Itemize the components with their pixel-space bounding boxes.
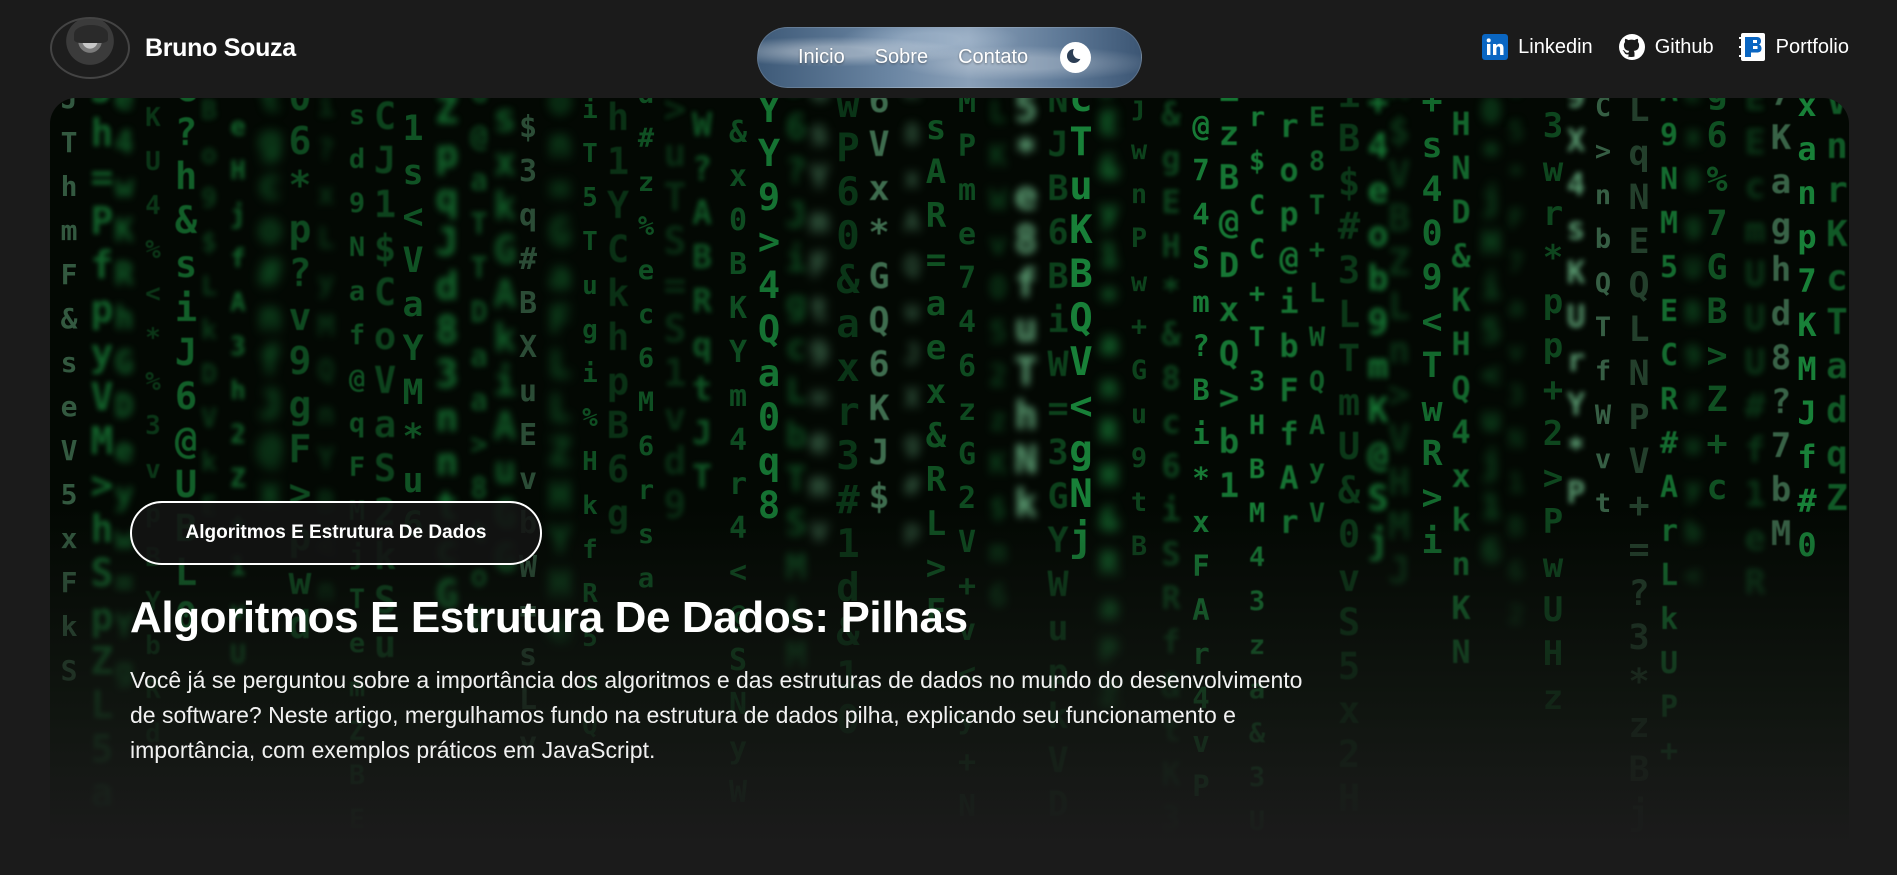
post-description: Você já se perguntou sobre a importância…	[130, 667, 1303, 763]
github-label: Github	[1654, 35, 1714, 58]
site-header: Bruno Souza Inicio Sobre Contato Linkedi…	[0, 0, 1897, 98]
post-title[interactable]: Algoritmos E Estrutura De Dados: Pilhas	[130, 593, 1530, 643]
nav-inicio[interactable]: Inicio	[798, 46, 845, 69]
theme-toggle-moon-icon[interactable]	[1060, 42, 1092, 73]
portfolio-icon	[1738, 33, 1767, 61]
nav-sobre[interactable]: Sobre	[875, 46, 928, 69]
linkedin-label: Linkedin	[1518, 35, 1593, 58]
github-link[interactable]: Github	[1618, 33, 1714, 61]
nav-contato[interactable]: Contato	[958, 46, 1028, 69]
brand-link[interactable]: Bruno Souza	[50, 17, 296, 79]
brand-name: Bruno Souza	[145, 33, 296, 62]
github-icon	[1618, 33, 1646, 61]
linkedin-link[interactable]: Linkedin	[1481, 33, 1593, 61]
linkedin-icon	[1481, 33, 1509, 61]
category-tag[interactable]: Algoritmos E Estrutura De Dados	[130, 501, 542, 565]
portfolio-link[interactable]: Portfolio	[1738, 33, 1849, 61]
portfolio-label: Portfolio	[1775, 35, 1849, 58]
avatar	[50, 17, 130, 79]
social-links: Linkedin Github Portfolio	[1481, 31, 1849, 63]
hero-banner[interactable]: J T h m F & s e V 5 x F k S J h = P f p …	[50, 98, 1849, 843]
main-nav: Inicio Sobre Contato	[757, 27, 1142, 88]
